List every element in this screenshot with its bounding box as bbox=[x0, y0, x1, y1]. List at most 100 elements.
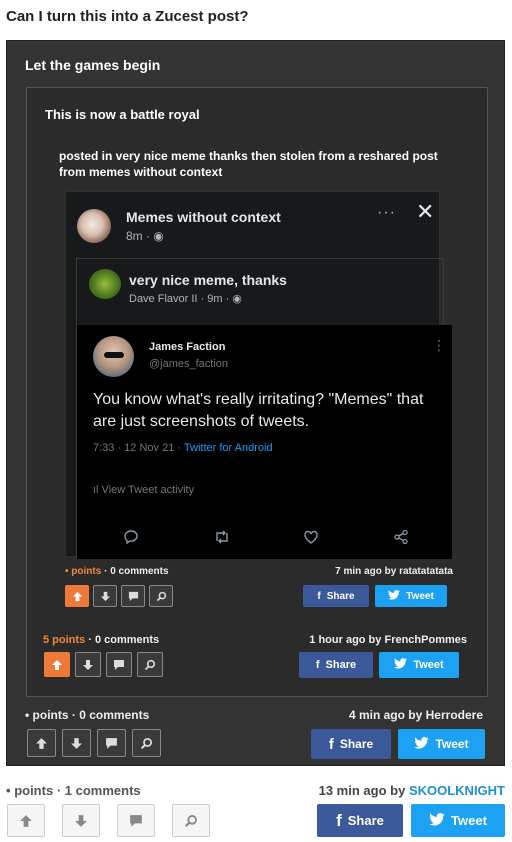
level1-meta: • points · 0 comments bbox=[25, 708, 149, 722]
level1-frame: Let the games begin This is now a battle… bbox=[6, 40, 505, 766]
bullet: • bbox=[6, 783, 11, 798]
separator: · bbox=[104, 566, 108, 577]
comment-button[interactable] bbox=[117, 804, 155, 837]
comments-link[interactable]: 1 comments bbox=[65, 783, 141, 798]
facebook-share-button[interactable]: f Share bbox=[303, 585, 369, 607]
comments-link[interactable]: 0 comments bbox=[79, 708, 149, 722]
username-link[interactable]: Herrodere bbox=[426, 708, 483, 722]
downvote-button[interactable] bbox=[62, 804, 100, 837]
twitter-bird-icon bbox=[394, 658, 408, 672]
tweet-client: Twitter for Android bbox=[183, 442, 273, 454]
facebook-share-button[interactable]: f Share bbox=[299, 652, 373, 678]
fb-shared-name: very nice meme, thanks bbox=[129, 272, 287, 288]
tweet-label: Tweet bbox=[406, 590, 434, 602]
twitter-bird-icon bbox=[429, 812, 445, 829]
close-icon: ✕ bbox=[416, 199, 435, 224]
byline-time: 7 min ago by bbox=[335, 566, 397, 577]
separator: · bbox=[88, 634, 92, 646]
username-link[interactable]: SKOOLKNIGHT bbox=[409, 783, 505, 798]
share-label: Share bbox=[325, 659, 357, 671]
outer-meta: • points · 1 comments bbox=[6, 783, 141, 798]
tweet-text: You know what's really irritating? "Meme… bbox=[93, 391, 424, 430]
upvote-button[interactable] bbox=[65, 585, 89, 607]
level1-title[interactable]: Let the games begin bbox=[25, 57, 160, 73]
facebook-share-button[interactable]: f Share bbox=[311, 729, 391, 759]
level2-frame: This is now a battle royal posted in ver… bbox=[26, 87, 488, 697]
level2-posted-text: posted in very nice meme thanks then sto… bbox=[59, 149, 438, 179]
fb-shared-post: very nice meme, thanks Dave Flavor II · … bbox=[76, 258, 452, 559]
upvote-button[interactable] bbox=[7, 804, 45, 837]
username-link[interactable]: ratatatatata bbox=[399, 566, 453, 577]
shared-avatar bbox=[89, 269, 121, 299]
comment-button[interactable] bbox=[97, 729, 126, 757]
share-label: Share bbox=[326, 590, 355, 602]
zoom-button[interactable] bbox=[132, 729, 161, 757]
facebook-icon: f bbox=[336, 810, 342, 830]
comment-button[interactable] bbox=[121, 585, 145, 607]
facebook-icon: f bbox=[315, 659, 320, 671]
tweet-timestamp: 7:33 · 12 Nov 21 · Twitter for Android bbox=[93, 442, 273, 454]
page-avatar bbox=[77, 209, 111, 243]
tweet-avatar bbox=[93, 336, 134, 377]
outer-byline: 13 min ago by SKOOLKNIGHT bbox=[319, 783, 505, 798]
downvote-button[interactable] bbox=[93, 585, 117, 607]
facebook-icon: f bbox=[317, 590, 321, 602]
downvote-button[interactable] bbox=[62, 729, 91, 757]
share-icon bbox=[393, 529, 409, 550]
fb-shared-meta: Dave Flavor II · 9m · ◉ bbox=[129, 293, 242, 305]
share-label: Share bbox=[339, 737, 374, 751]
separator: · bbox=[71, 708, 76, 722]
zoom-button[interactable] bbox=[137, 652, 163, 677]
level2-meta: 5 points · 0 comments bbox=[43, 634, 159, 646]
bullet: • bbox=[25, 708, 30, 722]
level3-meta: • points · 0 comments bbox=[65, 566, 169, 577]
points-label: 5 points bbox=[43, 634, 86, 646]
byline-time: 4 min ago by bbox=[348, 708, 423, 722]
level1-byline: 4 min ago by Herrodere bbox=[349, 708, 483, 722]
separator: · bbox=[56, 783, 62, 798]
upvote-button[interactable] bbox=[27, 729, 56, 757]
twitter-bird-icon bbox=[414, 736, 430, 752]
share-label: Share bbox=[347, 813, 384, 828]
tweet-time: 7:33 · 12 Nov 21 · bbox=[93, 442, 184, 454]
tweet-activity: ıl View Tweet activity bbox=[93, 484, 195, 496]
tweet-action-bar bbox=[77, 529, 452, 553]
byline-time: 1 hour ago by bbox=[309, 634, 382, 646]
level3-byline: 7 min ago by ratatatatata bbox=[335, 566, 453, 577]
zoom-button[interactable] bbox=[149, 585, 173, 607]
level2-title[interactable]: This is now a battle royal bbox=[45, 107, 200, 122]
downvote-button[interactable] bbox=[75, 652, 101, 677]
retweet-icon bbox=[213, 529, 231, 550]
tweet-author-name: James Faction bbox=[149, 341, 226, 353]
comments-link[interactable]: 0 comments bbox=[95, 634, 159, 646]
facebook-post-image: Memes without context 8m · ◉ ··· ✕ very … bbox=[65, 191, 452, 559]
points-label: points bbox=[14, 783, 54, 798]
username-link[interactable]: FrenchPommes bbox=[384, 634, 467, 646]
tweet-label: Tweet bbox=[413, 659, 444, 671]
tweet-screenshot: James Faction @james_faction ⋮ You know … bbox=[77, 325, 452, 559]
page-title: Can I turn this into a Zucest post? bbox=[6, 8, 249, 25]
facebook-icon: f bbox=[328, 735, 334, 753]
fb-page-name: Memes without context bbox=[126, 209, 281, 225]
twitter-tweet-button[interactable]: Tweet bbox=[411, 804, 505, 837]
byline-time: 13 min ago by bbox=[318, 783, 406, 798]
tweet-label: Tweet bbox=[435, 737, 469, 751]
comment-button[interactable] bbox=[106, 652, 132, 677]
tweet-handle: @james_faction bbox=[149, 358, 229, 370]
tweet-label: Tweet bbox=[451, 813, 487, 828]
upvote-button[interactable] bbox=[44, 652, 70, 677]
level2-byline: 1 hour ago by FrenchPommes bbox=[309, 634, 467, 646]
points-label: points bbox=[32, 708, 69, 722]
twitter-tweet-button[interactable]: Tweet bbox=[375, 585, 447, 607]
tweet-more-icon: ⋮ bbox=[432, 337, 446, 353]
points-label: points bbox=[71, 566, 102, 577]
facebook-share-button[interactable]: f Share bbox=[317, 804, 403, 837]
fb-page-meta: 8m · ◉ bbox=[126, 229, 164, 243]
twitter-tweet-button[interactable]: Tweet bbox=[398, 729, 485, 759]
bullet: • bbox=[65, 566, 69, 577]
comments-link[interactable]: 0 comments bbox=[110, 566, 168, 577]
twitter-bird-icon bbox=[388, 589, 401, 603]
more-options-icon: ··· bbox=[377, 204, 396, 221]
twitter-tweet-button[interactable]: Tweet bbox=[379, 652, 459, 678]
zoom-button[interactable] bbox=[172, 804, 210, 837]
